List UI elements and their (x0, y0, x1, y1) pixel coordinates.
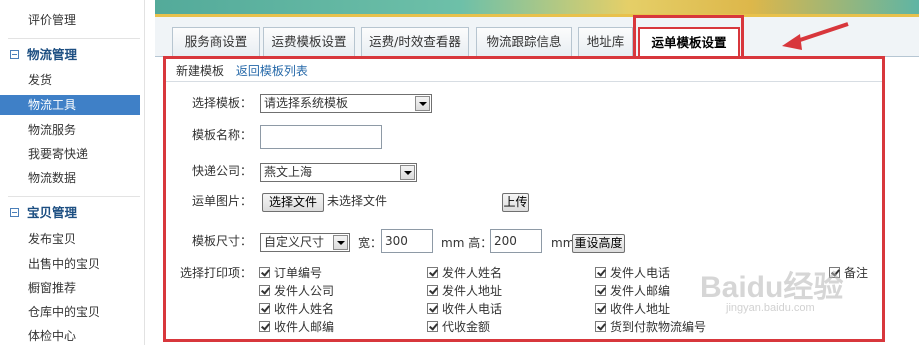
checkbox[interactable] (595, 267, 606, 278)
print-item[interactable]: 收件人姓名 (259, 301, 334, 317)
print-item[interactable]: 收件人电话 (427, 301, 502, 317)
print-item-label: 备注 (844, 266, 869, 280)
courier-label: 快递公司： (192, 164, 253, 178)
mm-label: mm (551, 236, 575, 250)
sidebar-item-showcase[interactable]: 橱窗推荐 (0, 278, 140, 298)
sidebar-item-logistics-data[interactable]: 物流数据 (0, 168, 140, 188)
width-input[interactable]: 300 (381, 229, 433, 253)
select-template-label: 选择模板： (192, 96, 253, 110)
tab-freight-viewer[interactable]: 运费/时效查看器 (361, 27, 469, 57)
sidebar-section-baby[interactable]: 宝贝管理 (10, 203, 77, 223)
size-select-value: 自定义尺寸 (264, 235, 325, 249)
print-item-label: 代收金额 (442, 320, 491, 334)
checkbox[interactable] (427, 303, 438, 314)
print-item-label: 收件人姓名 (274, 302, 335, 316)
annotation-arrow-icon (782, 22, 849, 50)
no-file-text: 未选择文件 (327, 194, 388, 208)
courier-select[interactable]: 燕文上海 (260, 163, 417, 182)
choose-file-button[interactable]: 选择文件 (262, 193, 324, 212)
back-to-list-link[interactable]: 返回模板列表 (236, 64, 308, 78)
sidebar-section-label: 宝贝管理 (27, 205, 78, 220)
print-item[interactable]: 收件人邮编 (259, 319, 334, 335)
checkbox[interactable] (595, 303, 606, 314)
sidebar-item-logistics-tools[interactable]: 物流工具 (0, 95, 140, 115)
height-input[interactable]: 200 (490, 229, 542, 253)
tab-logistics-tracking[interactable]: 物流跟踪信息 (476, 27, 572, 57)
sidebar-section-label: 物流管理 (27, 47, 78, 62)
sidebar-divider (8, 38, 140, 39)
width-label: 宽： (358, 236, 383, 250)
print-item-label: 发件人电话 (610, 266, 671, 280)
tab-service-provider[interactable]: 服务商设置 (172, 27, 260, 57)
checkbox[interactable] (259, 303, 270, 314)
template-name-input[interactable] (260, 125, 382, 149)
sidebar-item-logistics-services[interactable]: 物流服务 (0, 120, 140, 140)
tab-freight-template[interactable]: 运费模板设置 (263, 27, 355, 57)
checkbox[interactable] (259, 267, 270, 278)
sidebar: 评价管理 物流管理 发货 物流工具 物流服务 我要寄快递 物流数据 宝贝管理 发… (0, 0, 145, 345)
print-item[interactable]: 收件人地址 (595, 301, 670, 317)
print-item-label: 收件人邮编 (274, 320, 335, 334)
template-select-value: 请选择系统模板 (264, 96, 349, 110)
print-item[interactable]: 发件人地址 (427, 283, 502, 299)
print-item-label: 收件人电话 (442, 302, 503, 316)
collapse-icon[interactable] (10, 208, 19, 217)
chevron-down-icon (333, 235, 348, 250)
print-item[interactable]: 货到付款物流编号 (595, 319, 706, 335)
checkbox[interactable] (427, 285, 438, 296)
mm-height-label: mm 高： (441, 236, 493, 250)
watermark-logo: Baidu经验 (700, 271, 844, 304)
checkbox[interactable] (259, 285, 270, 296)
print-items-label: 选择打印项： (180, 266, 253, 280)
template-name-label: 模板名称： (192, 128, 253, 142)
divider (166, 81, 882, 82)
chevron-down-icon (400, 165, 415, 180)
print-item[interactable]: 发件人公司 (259, 283, 334, 299)
checkbox[interactable] (595, 285, 606, 296)
courier-select-value: 燕文上海 (264, 165, 313, 179)
sidebar-item-send-express[interactable]: 我要寄快递 (0, 144, 140, 164)
sidebar-section-logistics[interactable]: 物流管理 (10, 45, 77, 65)
print-item-label: 收件人地址 (610, 302, 671, 316)
sidebar-item-review-management[interactable]: 评价管理 (0, 10, 140, 30)
print-item[interactable]: 代收金额 (427, 319, 490, 335)
print-item[interactable]: 订单编号 (259, 265, 322, 281)
checkbox[interactable] (259, 321, 270, 332)
print-item-label: 发件人地址 (442, 284, 503, 298)
print-item-label: 货到付款物流编号 (610, 320, 707, 334)
sidebar-item-warehouse[interactable]: 仓库中的宝贝 (0, 302, 140, 322)
print-item-label: 发件人姓名 (442, 266, 503, 280)
reset-height-button[interactable]: 重设高度 (572, 234, 625, 253)
print-item[interactable]: 发件人邮编 (595, 283, 670, 299)
sidebar-divider (8, 196, 140, 197)
checkbox[interactable] (595, 321, 606, 332)
print-item-label: 发件人公司 (274, 284, 335, 298)
chevron-down-icon (415, 96, 430, 111)
collapse-icon[interactable] (10, 50, 19, 59)
sidebar-item-publish[interactable]: 发布宝贝 (0, 229, 140, 249)
new-template-link[interactable]: 新建模板 (176, 64, 224, 78)
print-item-label: 订单编号 (274, 266, 323, 280)
size-label: 模板尺寸： (192, 234, 253, 248)
upload-button[interactable]: 上传 (502, 193, 529, 212)
template-select[interactable]: 请选择系统模板 (260, 94, 432, 113)
subnav: 新建模板 返回模板列表 (176, 62, 316, 79)
print-item[interactable]: 发件人电话 (595, 265, 670, 281)
sidebar-item-health-check[interactable]: 体检中心 (0, 326, 140, 346)
checkbox[interactable] (427, 267, 438, 278)
print-item[interactable]: 发件人姓名 (427, 265, 502, 281)
sidebar-item-ship[interactable]: 发货 (0, 70, 140, 90)
waybill-image-label: 运单图片： (192, 194, 253, 208)
size-select[interactable]: 自定义尺寸 (260, 233, 350, 252)
highlight-box (633, 15, 744, 59)
sidebar-item-on-sale[interactable]: 出售中的宝贝 (0, 254, 140, 274)
print-item-label: 发件人邮编 (610, 284, 671, 298)
tab-address-book[interactable]: 地址库 (578, 27, 633, 57)
top-banner (155, 0, 919, 17)
watermark-url: jingyan.baidu.com (726, 302, 815, 314)
checkbox[interactable] (427, 321, 438, 332)
